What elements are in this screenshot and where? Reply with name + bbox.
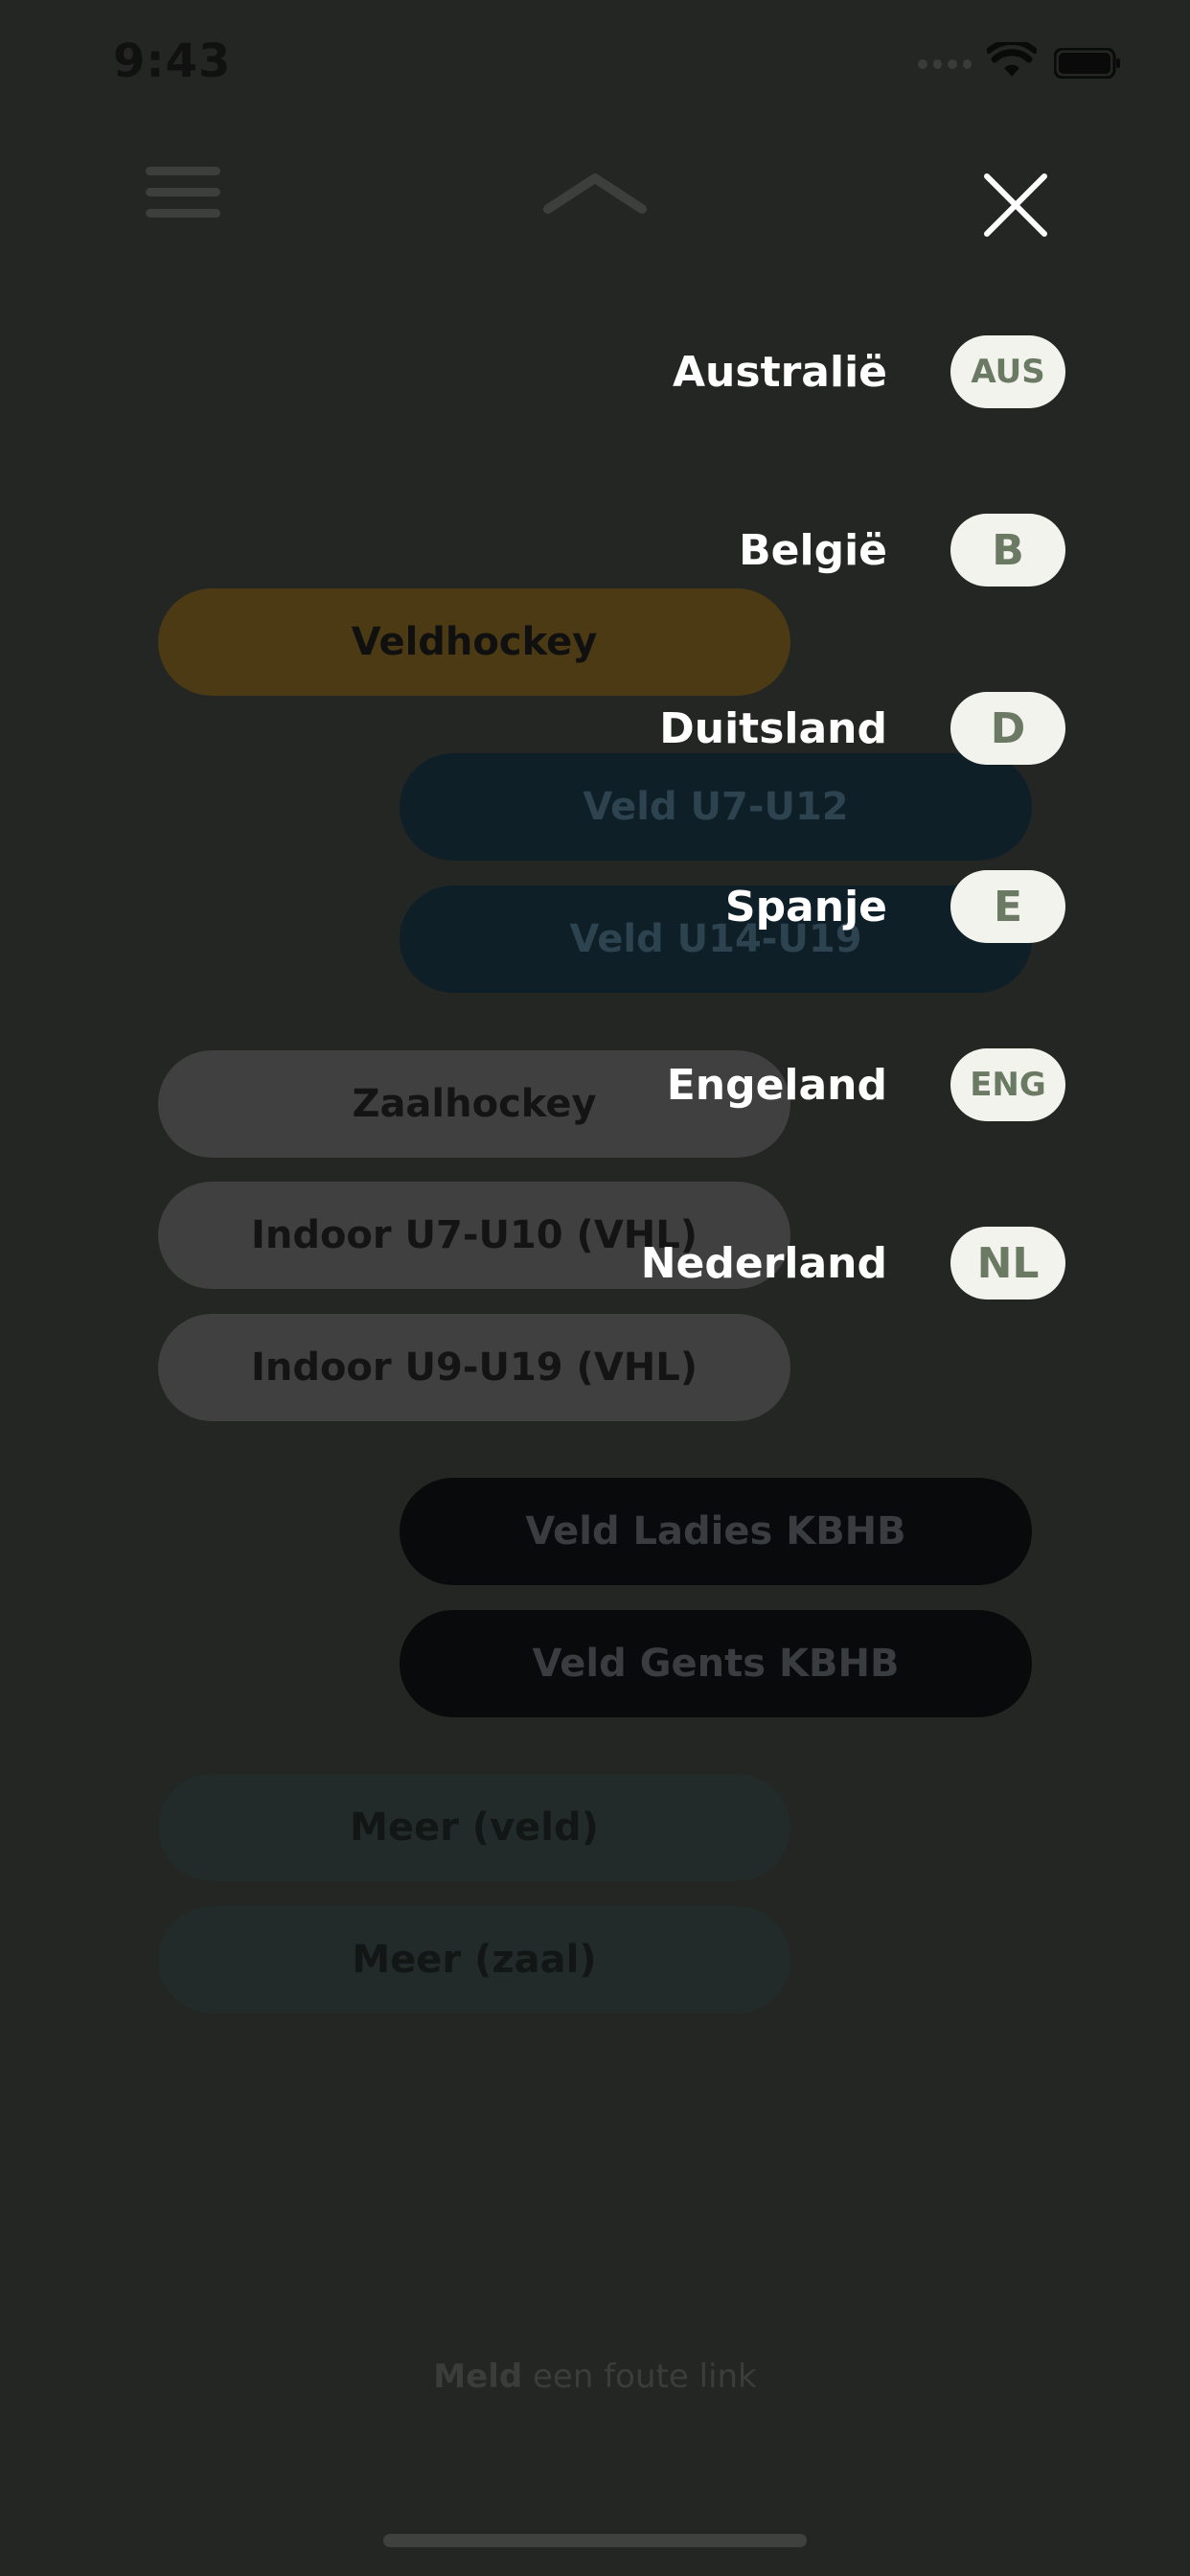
country-name: België xyxy=(739,525,887,575)
country-badge: B xyxy=(950,514,1065,586)
country-item-australia[interactable]: Australië AUS xyxy=(537,334,1065,410)
meer-veld-button[interactable]: Meer (veld) xyxy=(158,1774,790,1881)
chevron-up-icon[interactable] xyxy=(542,169,648,217)
meer-zaal-button[interactable]: Meer (zaal) xyxy=(158,1906,790,2013)
report-link-rest: een foute link xyxy=(522,2358,757,2396)
veld-u7-u12-button[interactable]: Veld U7-U12 xyxy=(400,753,1032,861)
country-item-belgium[interactable]: België B xyxy=(537,512,1065,588)
veld-gents-kbhb-button[interactable]: Veld Gents KBHB xyxy=(400,1610,1032,1717)
country-badge: D xyxy=(950,692,1065,765)
wifi-icon xyxy=(987,42,1037,77)
country-name: Duitsland xyxy=(659,703,887,753)
report-broken-link[interactable]: Meld een foute link xyxy=(0,2358,1190,2396)
veldhockey-button[interactable]: Veldhockey xyxy=(158,588,790,696)
report-link-bold: Meld xyxy=(433,2358,523,2396)
home-indicator xyxy=(383,2534,807,2547)
country-item-spain[interactable]: Spanje E xyxy=(537,868,1065,945)
country-name: Nederland xyxy=(640,1238,887,1288)
close-icon[interactable] xyxy=(975,165,1056,245)
country-item-germany[interactable]: Duitsland D xyxy=(537,690,1065,767)
country-badge: E xyxy=(950,870,1065,943)
country-item-netherlands[interactable]: Nederland NL xyxy=(537,1225,1065,1301)
country-name: Australië xyxy=(673,347,887,397)
indoor-u9-u19-button[interactable]: Indoor U9-U19 (VHL) xyxy=(158,1314,790,1421)
country-badge: ENG xyxy=(950,1048,1065,1121)
country-name: Engeland xyxy=(666,1060,887,1110)
country-item-england[interactable]: Engeland ENG xyxy=(537,1046,1065,1123)
battery-icon xyxy=(1054,48,1120,79)
veld-ladies-kbhb-button[interactable]: Veld Ladies KBHB xyxy=(400,1478,1032,1585)
signal-icon xyxy=(918,59,972,73)
status-time: 9:43 xyxy=(113,34,232,88)
country-badge: NL xyxy=(950,1227,1065,1300)
hamburger-icon[interactable] xyxy=(146,167,220,218)
country-badge: AUS xyxy=(950,335,1065,408)
country-name: Spanje xyxy=(724,882,887,932)
